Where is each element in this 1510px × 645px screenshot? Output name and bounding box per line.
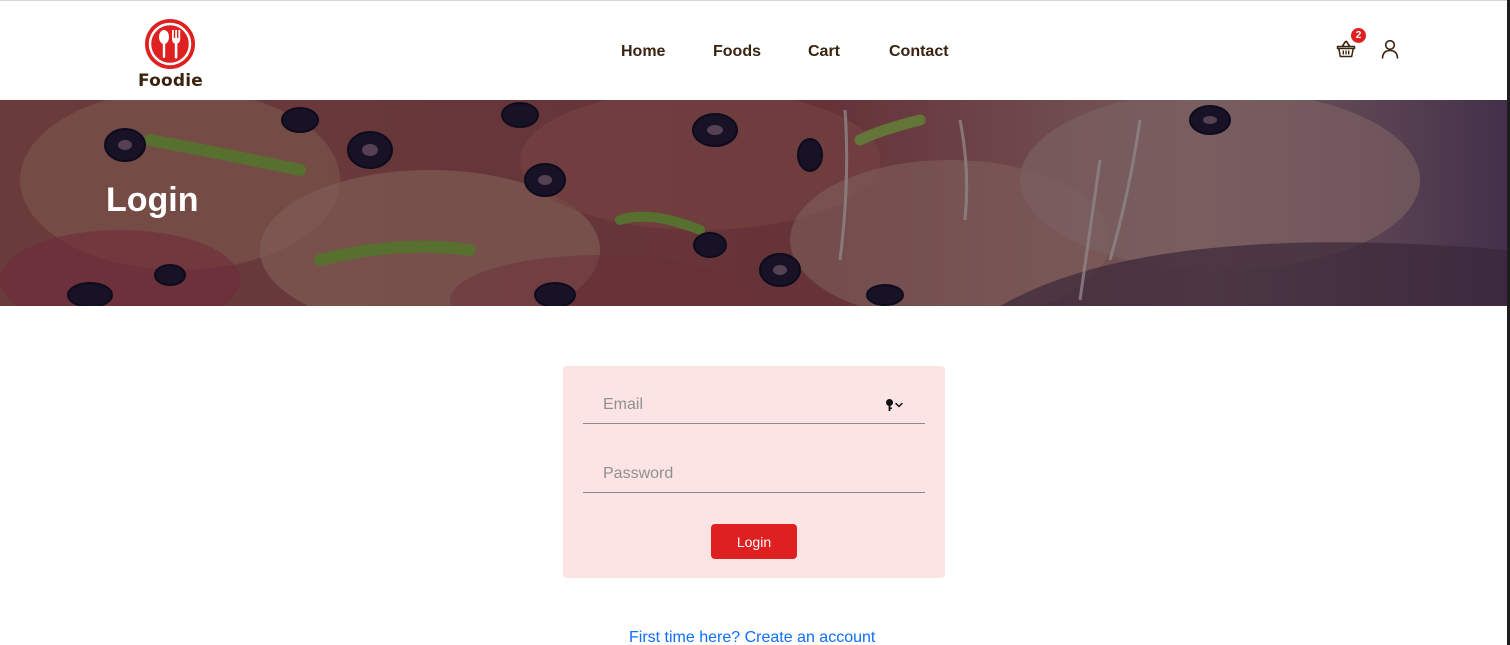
spoon-fork-icon (144, 18, 196, 70)
nav-cart[interactable]: Cart (808, 43, 889, 63)
hero-banner: Login (0, 100, 1507, 306)
hero-overlay (0, 100, 1507, 306)
password-input[interactable] (583, 455, 925, 492)
user-icon (1381, 39, 1399, 59)
page: Foodie Home Foods Cart Contact 2 Login E… (0, 0, 1510, 645)
page-title: Login (106, 181, 199, 219)
email-field-wrapper (583, 386, 925, 424)
nav-foods[interactable]: Foods (713, 43, 808, 63)
key-icon[interactable] (885, 398, 905, 412)
login-button[interactable]: Login (711, 524, 797, 559)
site-header: Foodie Home Foods Cart Contact 2 (0, 1, 1507, 100)
create-account-link[interactable]: First time here? Create an account (629, 629, 875, 645)
email-input[interactable] (583, 386, 925, 423)
password-field-wrapper (583, 455, 925, 493)
main-nav: Home Foods Cart Contact (621, 43, 959, 63)
brand-logo[interactable]: Foodie (138, 18, 204, 96)
brand-name: Foodie (138, 71, 204, 91)
login-form: Login (563, 366, 945, 578)
nav-contact[interactable]: Contact (889, 43, 959, 63)
nav-home[interactable]: Home (621, 43, 713, 63)
user-account-button[interactable] (1381, 39, 1401, 61)
shopping-basket-icon (1336, 40, 1356, 58)
cart-count-badge: 2 (1351, 28, 1366, 43)
